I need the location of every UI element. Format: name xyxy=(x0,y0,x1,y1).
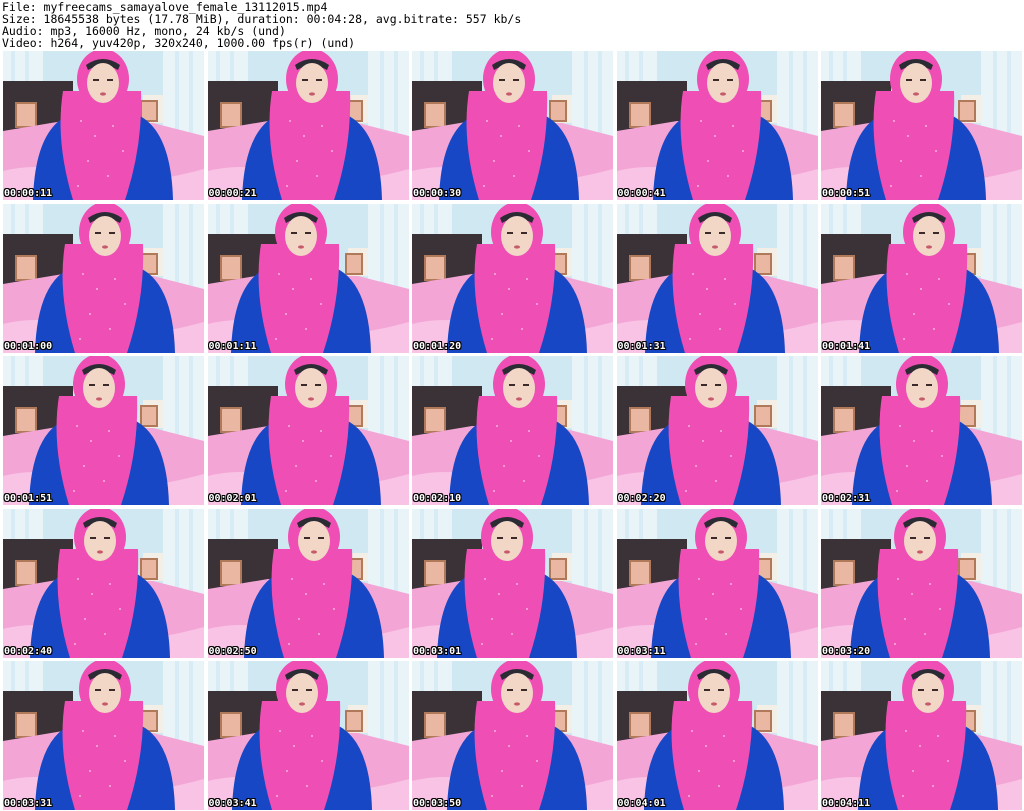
video-frame-image xyxy=(412,661,613,810)
thumbnail-frame: 00:01:41 xyxy=(821,203,1022,353)
video-info-line: Video: h264, yuv420p, 320x240, 1000.00 f… xyxy=(2,36,356,50)
video-frame-image xyxy=(616,508,818,658)
video-frame-image xyxy=(3,51,204,200)
thumbnail-frame: 00:03:31 xyxy=(3,661,204,810)
thumbnail-frame: 00:03:11 xyxy=(616,508,818,658)
frame-timestamp: 00:01:00 xyxy=(4,340,53,352)
video-frame-image xyxy=(616,51,818,200)
video-frame-image xyxy=(821,203,1022,353)
video-frame-image xyxy=(412,203,613,353)
frame-timestamp: 00:02:20 xyxy=(617,493,666,504)
thumbnail-frame: 00:01:00 xyxy=(3,203,204,353)
video-frame-image xyxy=(207,356,409,505)
frame-timestamp: 00:01:31 xyxy=(617,340,666,352)
frame-timestamp: 00:03:20 xyxy=(822,645,871,657)
thumbnail-frame: 00:02:40 xyxy=(3,508,204,658)
frame-timestamp: 00:00:30 xyxy=(413,188,462,199)
thumbnail-frame: 00:03:50 xyxy=(412,661,613,810)
thumbnail-frame: 00:02:20 xyxy=(616,356,818,505)
frame-timestamp: 00:02:40 xyxy=(4,645,53,657)
frame-timestamp: 00:04:01 xyxy=(617,798,666,809)
frame-timestamp: 00:02:31 xyxy=(822,493,871,504)
video-frame-image xyxy=(821,661,1022,810)
frame-timestamp: 00:03:11 xyxy=(617,645,666,657)
thumbnail-grid: 00:00:11 00:00:21 00:00:30 00:00:41 00:00:51… xyxy=(3,51,1022,810)
thumbnail-frame: 00:02:31 xyxy=(821,356,1022,505)
video-frame-image xyxy=(821,356,1022,505)
thumbnail-frame: 00:03:20 xyxy=(821,508,1022,658)
video-frame-image xyxy=(616,661,818,810)
frame-timestamp: 00:04:11 xyxy=(822,798,871,809)
video-frame-image xyxy=(412,508,613,658)
frame-timestamp: 00:03:01 xyxy=(413,645,462,657)
frame-timestamp: 00:01:20 xyxy=(413,340,462,352)
thumbnail-frame: 00:03:41 xyxy=(207,661,409,810)
thumbnail-frame: 00:04:01 xyxy=(616,661,818,810)
thumbnail-frame: 00:00:21 xyxy=(207,51,409,200)
video-frame-image xyxy=(616,203,818,353)
thumbnail-frame: 00:02:50 xyxy=(207,508,409,658)
thumbnail-frame: 00:01:20 xyxy=(412,203,613,353)
video-frame-image xyxy=(207,661,409,810)
file-info-header: File: myfreecams_samayalove_female_13112… xyxy=(0,0,1024,50)
thumbnail-frame: 00:00:11 xyxy=(3,51,204,200)
thumbnail-frame: 00:00:30 xyxy=(412,51,613,200)
video-frame-image xyxy=(412,356,613,505)
thumbnail-frame: 00:02:01 xyxy=(207,356,409,505)
video-frame-image xyxy=(3,661,204,810)
video-frame-image xyxy=(3,203,204,353)
frame-timestamp: 00:02:01 xyxy=(208,493,257,504)
video-frame-image xyxy=(207,51,409,200)
thumbnail-frame: 00:01:31 xyxy=(616,203,818,353)
frame-timestamp: 00:01:41 xyxy=(822,340,871,352)
frame-timestamp: 00:00:11 xyxy=(4,188,53,199)
thumbnail-frame: 00:04:11 xyxy=(821,661,1022,810)
frame-timestamp: 00:03:41 xyxy=(208,798,257,809)
video-frame-image xyxy=(207,203,409,353)
thumbnail-frame: 00:01:11 xyxy=(207,203,409,353)
frame-timestamp: 00:03:50 xyxy=(413,798,462,809)
video-frame-image xyxy=(412,51,613,200)
video-frame-image xyxy=(821,51,1022,200)
frame-timestamp: 00:02:10 xyxy=(413,493,462,504)
frame-timestamp: 00:00:41 xyxy=(617,188,666,199)
video-frame-image xyxy=(3,356,204,505)
frame-timestamp: 00:03:31 xyxy=(4,798,53,809)
video-frame-image xyxy=(207,508,409,658)
frame-timestamp: 00:01:11 xyxy=(208,340,257,352)
frame-timestamp: 00:00:51 xyxy=(822,188,871,199)
video-frame-image xyxy=(3,508,204,658)
frame-timestamp: 00:00:21 xyxy=(208,188,257,199)
thumbnail-frame: 00:03:01 xyxy=(412,508,613,658)
frame-timestamp: 00:01:51 xyxy=(4,493,53,504)
thumbnail-frame: 00:00:41 xyxy=(616,51,818,200)
video-frame-image xyxy=(616,356,818,505)
frame-timestamp: 00:02:50 xyxy=(208,645,257,657)
video-frame-image xyxy=(821,508,1022,658)
thumbnail-frame: 00:02:10 xyxy=(412,356,613,505)
thumbnail-frame: 00:00:51 xyxy=(821,51,1022,200)
thumbnail-frame: 00:01:51 xyxy=(3,356,204,505)
